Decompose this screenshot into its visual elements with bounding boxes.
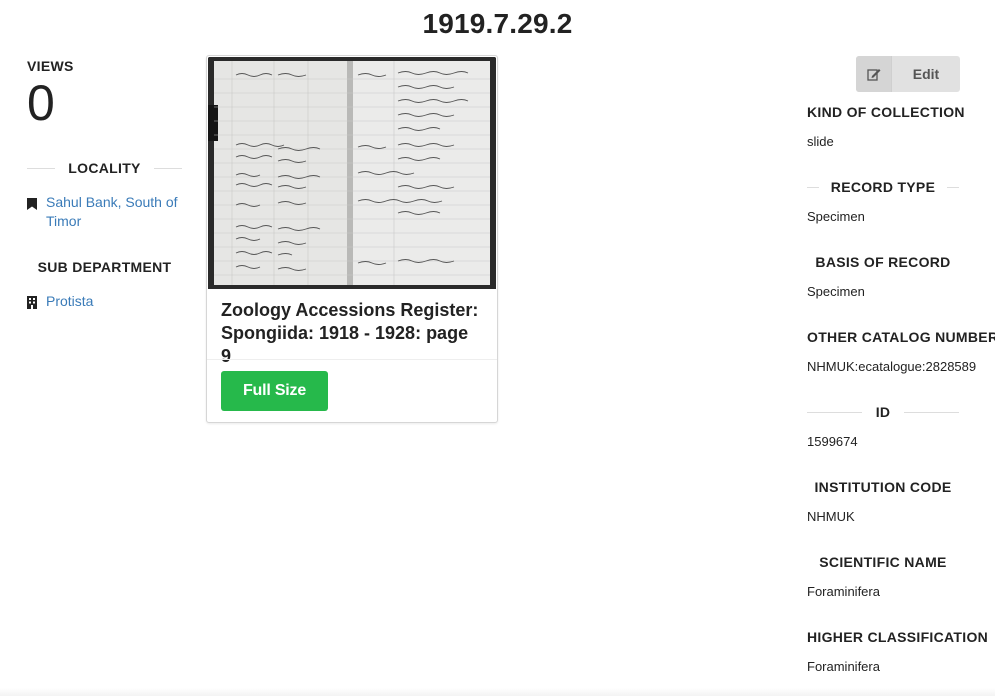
field-value: NHMUK [807,509,855,524]
building-icon [27,295,39,314]
field-heading: KIND OF COLLECTION [807,104,965,120]
sub-department-heading: SUB DEPARTMENT [27,259,182,275]
image-card: Zoology Accessions Register: Spongiida: … [206,55,498,423]
edit-icon [856,56,892,92]
field-value: 1599674 [807,434,858,449]
field-heading: BASIS OF RECORD [815,254,951,270]
field-heading-label: ID [875,404,891,420]
locality-heading: LOCALITY [27,160,182,176]
field-value: slide [807,134,834,149]
locality-heading-label: LOCALITY [68,160,141,176]
field-value: NHMUK:ecatalogue:2828589 [807,359,977,374]
divider [807,186,819,188]
field-kind-of-collection: KIND OF COLLECTION slide [807,104,995,149]
locality-link[interactable]: Sahul Bank, South of Timor [27,193,182,231]
field-other-catalog-numbers: OTHER CATALOG NUMBERS NHMUK:ecatalogue:2… [807,329,995,374]
sub-department-heading-label: SUB DEPARTMENT [37,259,172,275]
field-value: Foraminifera [807,584,880,599]
page-title: 1919.7.29.2 [422,8,573,39]
field-higher-classification: HIGHER CLASSIFICATION Foraminifera [807,629,995,674]
field-scientific-name: SCIENTIFIC NAME Foraminifera [807,554,995,599]
field-record-type: RECORD TYPE Specimen [807,179,995,224]
left-sidebar: VIEWS 0 LOCALITY Sahul Bank, South of Ti… [27,56,182,314]
bottom-fade [0,688,995,696]
divider [27,167,56,169]
sub-department-link-label[interactable]: Protista [46,292,93,311]
views-count: 0 [27,75,55,131]
edit-button[interactable]: Edit [856,56,960,92]
edit-button-label[interactable]: Edit [892,56,960,92]
field-heading: SCIENTIFIC NAME [819,554,947,570]
field-heading: INSTITUTION CODE [814,479,952,495]
divider [153,167,182,169]
card-title[interactable]: Zoology Accessions Register: Spongiida: … [221,299,483,368]
sub-department-link[interactable]: Protista [27,292,182,314]
locality-link-label[interactable]: Sahul Bank, South of Timor [46,193,182,231]
field-heading-label: RECORD TYPE [830,179,936,195]
full-size-button[interactable]: Full Size [221,371,328,411]
divider [947,186,959,188]
views-label: VIEWS [27,58,74,74]
card-divider [207,359,497,360]
field-value: Specimen [807,209,865,224]
field-heading: ID [807,404,960,420]
divider [807,411,862,413]
register-page-image[interactable] [208,57,496,289]
field-value: Foraminifera [807,659,880,674]
field-heading: OTHER CATALOG NUMBERS [807,329,995,345]
field-basis-of-record: BASIS OF RECORD Specimen [807,254,995,299]
field-heading: HIGHER CLASSIFICATION [807,629,989,645]
field-value: Specimen [807,284,865,299]
field-id: ID 1599674 [807,404,995,449]
bookmark-icon [27,196,39,215]
divider [904,411,960,413]
field-institution-code: INSTITUTION CODE NHMUK [807,479,995,524]
field-heading: RECORD TYPE [807,179,959,195]
